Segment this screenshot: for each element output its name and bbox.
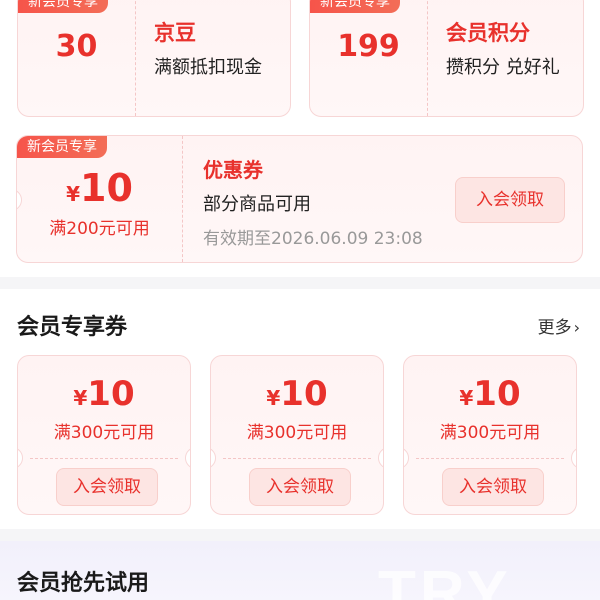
coupon-validity: 有效期至2026.06.09 23:08 [203,229,423,249]
exclusive-coupon-card[interactable]: ¥10 满300元可用 入会领取 [210,355,384,515]
join-claim-button[interactable]: 入会领取 [249,468,351,506]
jingdou-value: 30 [55,29,98,64]
coupon-notch [18,447,23,469]
coupon-notch [185,447,190,469]
amount-value: 10 [87,374,135,414]
currency-symbol: ¥ [459,386,474,410]
coupon-amount: ¥10 [17,166,182,210]
jingdou-desc: 满额抵扣现金 [154,57,262,78]
coupon-dashed-line [223,458,371,459]
coupon-notch [211,447,216,469]
points-value: 199 [337,29,400,64]
exclusive-coupon-card[interactable]: ¥10 满300元可用 入会领取 [403,355,577,515]
points-desc: 攒积分 兑好礼 [446,57,560,78]
coupon-condition: 满200元可用 [49,219,150,239]
new-member-badge: 新会员专享 [17,136,107,158]
more-link[interactable]: 更多 › [538,313,580,338]
exclusive-coupon-card[interactable]: ¥10 满300元可用 入会领取 [17,355,191,515]
wide-coupon-card[interactable]: 新会员专享 ¥10 满200元可用 优惠券 部分商品可用 有效期至2026.06… [16,135,583,263]
amount-value: 10 [280,374,328,414]
join-claim-button[interactable]: 入会领取 [455,177,565,223]
coupon-amount: ¥10 [18,374,190,414]
new-member-badge: 新会员专享 [310,0,400,13]
amount-value: 10 [80,166,133,210]
join-claim-button[interactable]: 入会领取 [56,468,158,506]
points-title: 会员积分 [446,21,530,45]
card-divider [135,0,136,116]
coupon-desc: 部分商品可用 [203,194,311,215]
trial-watermark: TRY [378,559,512,600]
coupon-amount: ¥10 [404,374,576,414]
new-member-badge: 新会员专享 [18,0,108,13]
coupon-title: 优惠券 [203,158,263,182]
coupon-condition: 满300元可用 [53,423,155,443]
join-claim-button[interactable]: 入会领取 [442,468,544,506]
points-card[interactable]: 新会员专享 199 会员积分 攒积分 兑好礼 [309,0,584,117]
coupon-condition: 满300元可用 [439,423,541,443]
amount-value: 10 [473,374,521,414]
jingdou-title: 京豆 [154,21,196,45]
currency-symbol: ¥ [266,386,281,410]
coupon-notch [571,447,576,469]
coupon-notch [378,447,383,469]
chevron-right-icon: › [573,318,580,337]
exclusive-section-title: 会员专享券 [17,315,128,340]
card-divider [427,0,428,116]
coupon-condition: 满300元可用 [246,423,348,443]
currency-symbol: ¥ [66,182,81,206]
card-divider [182,136,183,262]
more-label: 更多 [537,318,572,338]
section-separator [0,277,600,289]
coupon-dashed-line [30,458,178,459]
coupon-notch [404,447,409,469]
jingdou-card[interactable]: 新会员专享 30 京豆 满额抵扣现金 [17,0,291,117]
trial-section-title: 会员抢先试用 [17,571,150,596]
section-separator [0,529,600,541]
coupon-amount: ¥10 [211,374,383,414]
coupon-dashed-line [416,458,564,459]
currency-symbol: ¥ [73,386,88,410]
